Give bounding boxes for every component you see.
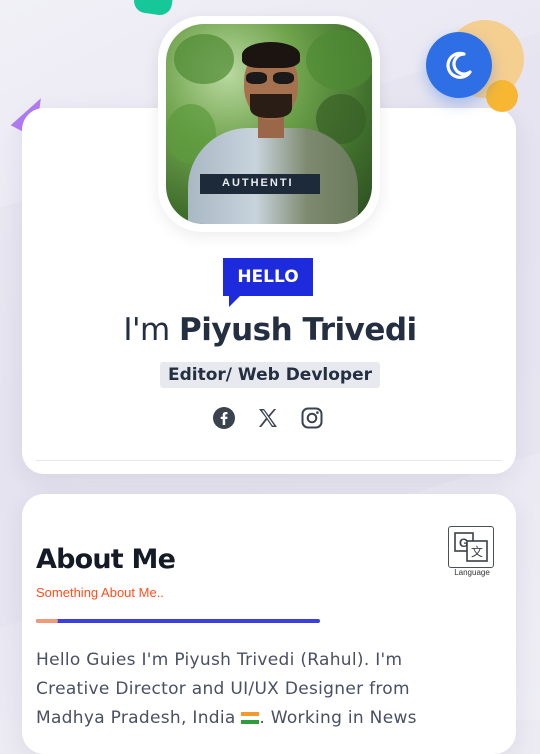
hello-tag: HELLO xyxy=(223,258,313,296)
hello-tag-tail xyxy=(229,295,241,307)
profile-divider xyxy=(36,460,502,461)
avatar-frame: AUTHENTI xyxy=(158,16,380,232)
instagram-icon xyxy=(301,407,323,429)
instagram-link[interactable] xyxy=(296,402,328,434)
theme-toggle-button[interactable] xyxy=(426,32,492,98)
about-subtitle: Something About Me.. xyxy=(36,585,164,600)
language-button[interactable]: G 文 Language xyxy=(448,526,496,577)
name-text: Piyush Trivedi xyxy=(179,312,417,348)
theme-toggle[interactable] xyxy=(424,20,524,112)
profile-name: I'm Piyush Trivedi xyxy=(0,312,540,348)
moon-icon xyxy=(446,51,472,79)
india-flag-icon xyxy=(241,712,260,724)
name-prefix: I'm xyxy=(123,312,170,348)
shirt-print: AUTHENTI xyxy=(222,177,294,189)
about-underline xyxy=(36,619,320,623)
svg-text:文: 文 xyxy=(471,544,483,559)
social-links xyxy=(208,402,334,434)
about-title: About Me xyxy=(36,544,176,575)
language-label: Language xyxy=(454,568,490,577)
x-twitter-link[interactable] xyxy=(252,402,284,434)
x-twitter-icon xyxy=(259,409,277,427)
role-badge: Editor/ Web Devloper xyxy=(160,362,380,388)
translate-icon: G 文 xyxy=(454,532,488,562)
facebook-icon xyxy=(213,407,235,429)
avatar: AUTHENTI xyxy=(166,24,372,224)
facebook-link[interactable] xyxy=(208,402,240,434)
